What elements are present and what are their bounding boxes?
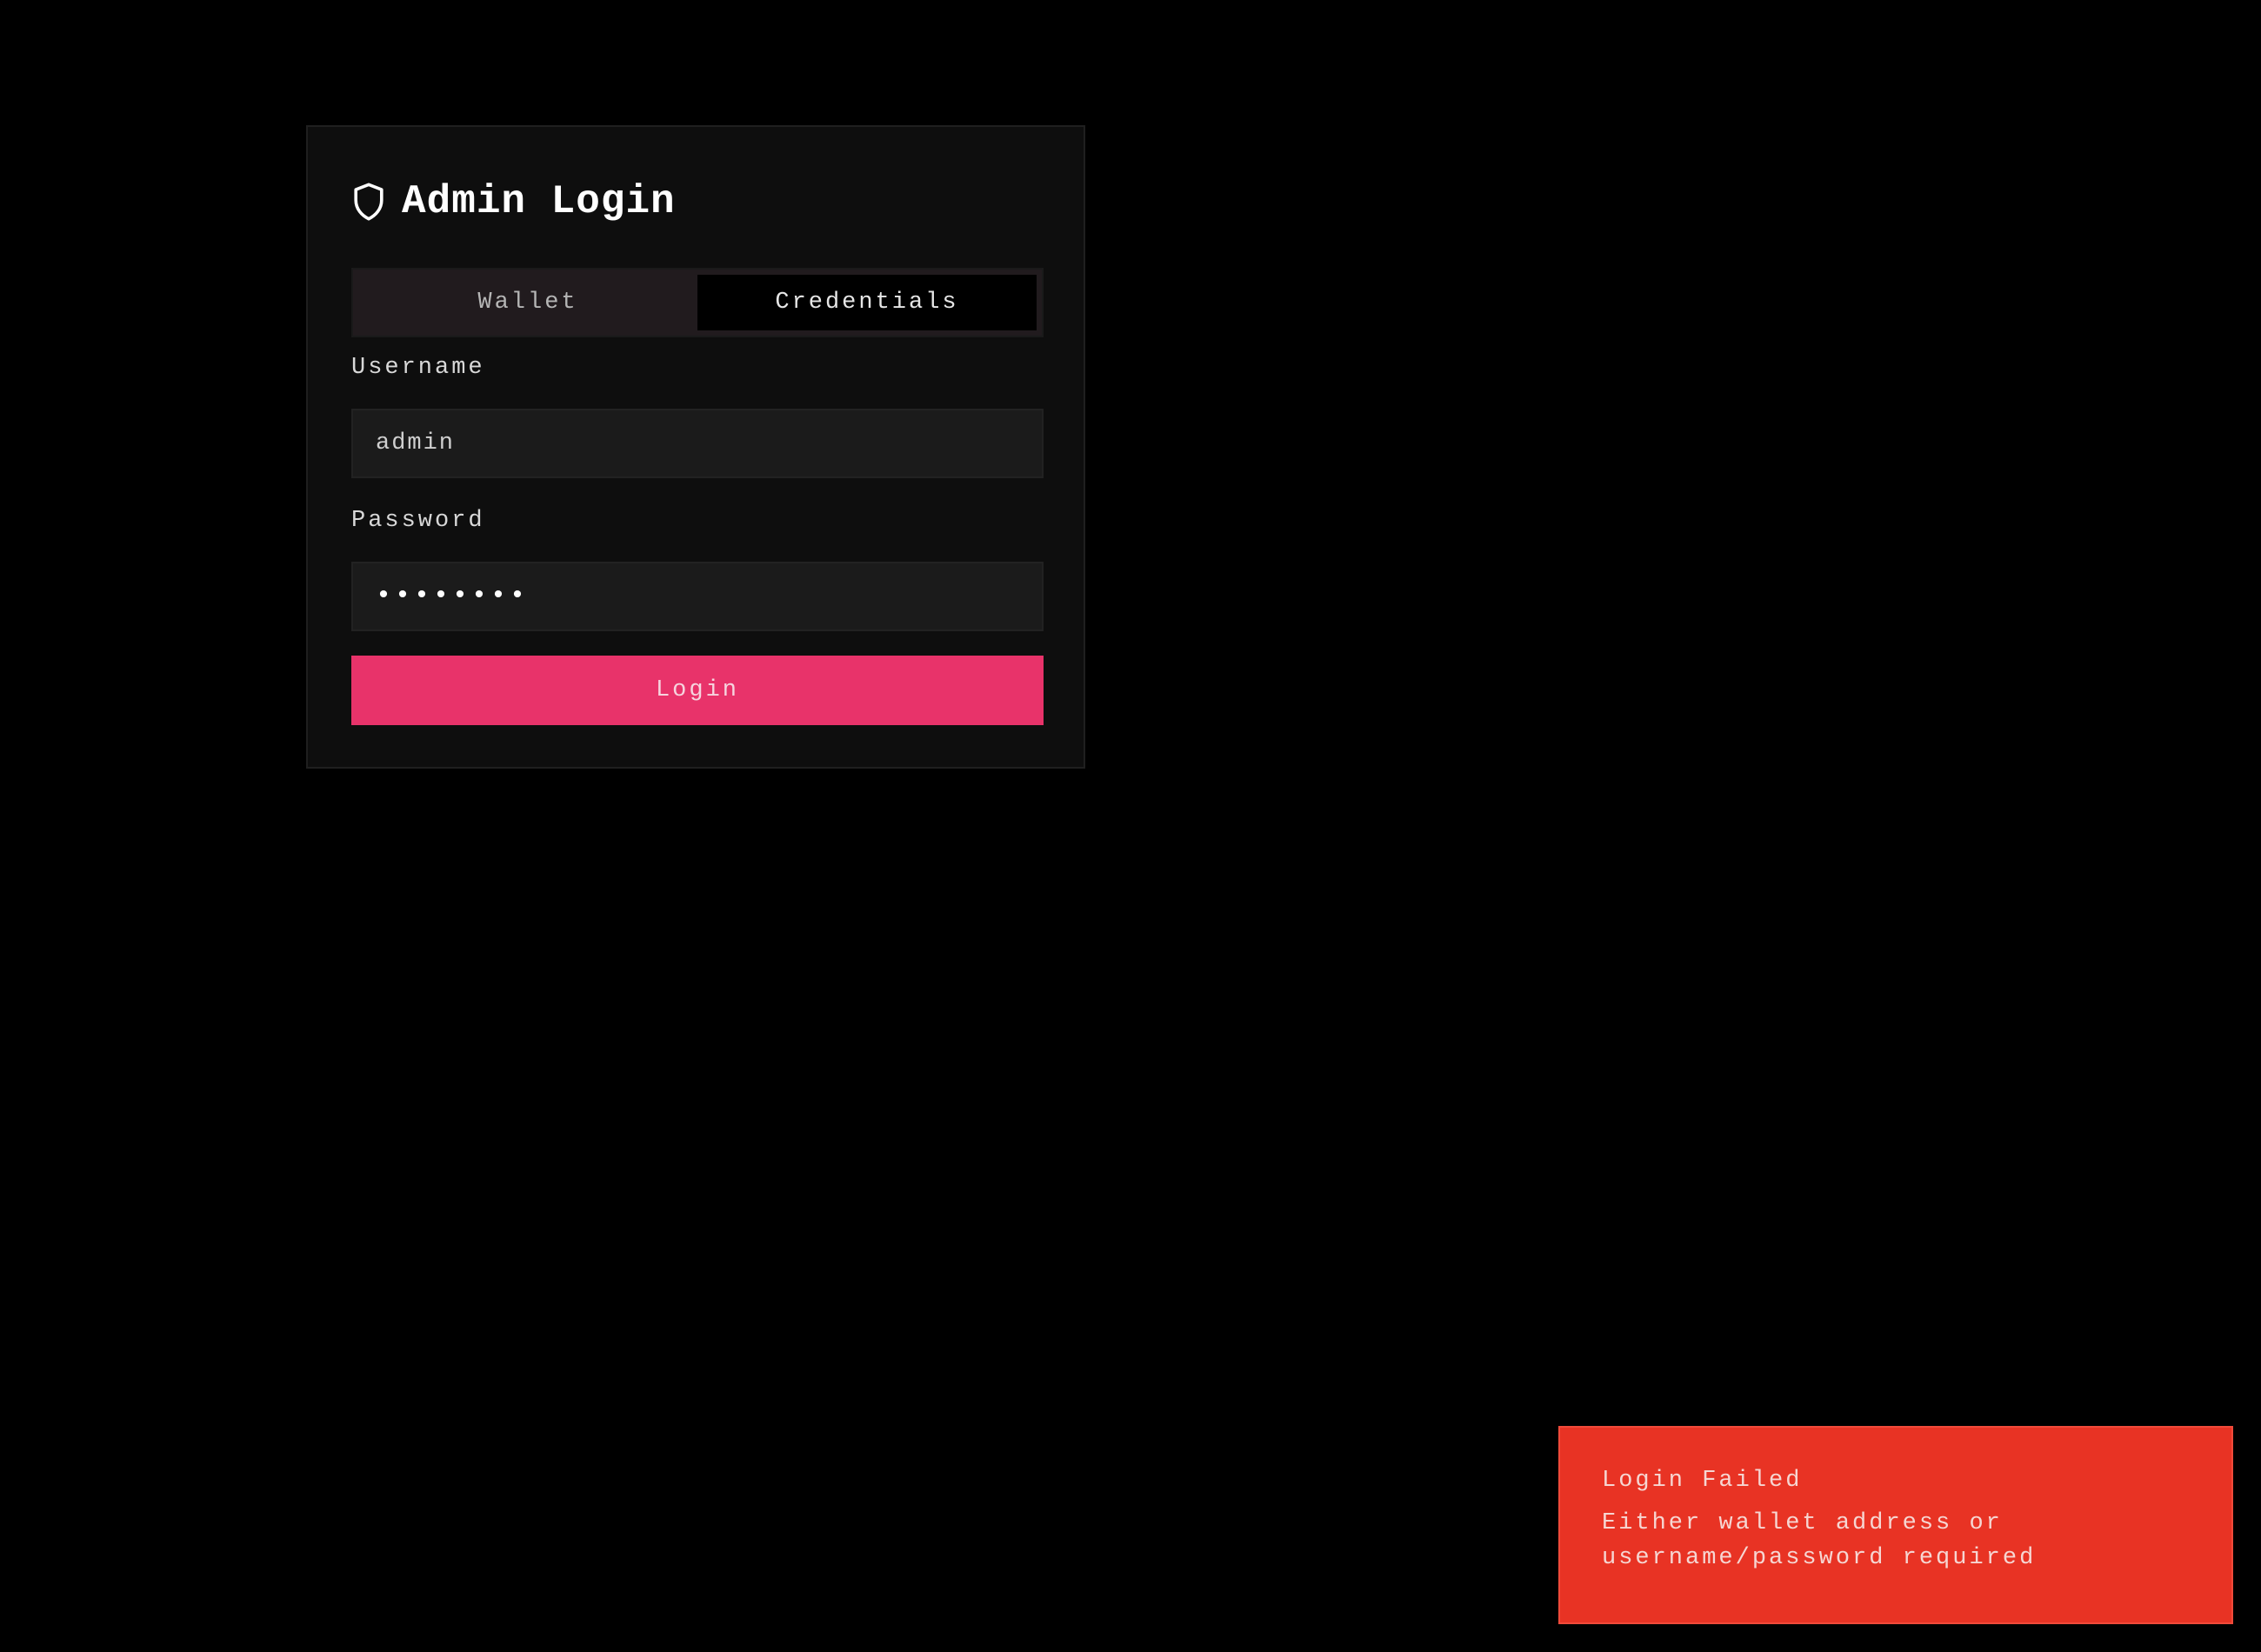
card-header: Admin Login [351,176,676,228]
password-input[interactable]: •••••••• [351,562,1044,631]
tab-credentials[interactable]: Credentials [697,275,1037,330]
error-toast[interactable]: Login Failed Either wallet address or us… [1558,1426,2233,1624]
shield-icon [351,182,386,222]
login-method-tabs: Wallet Credentials [351,268,1044,337]
login-button[interactable]: Login [351,656,1044,725]
tab-wallet[interactable]: Wallet [358,275,697,330]
toast-title: Login Failed [1602,1468,1803,1494]
page-title: Admin Login [402,179,676,224]
password-label: Password [351,508,485,534]
username-input[interactable]: admin [351,409,1044,478]
admin-login-card: Admin Login Wallet Credentials Username … [306,125,1085,769]
toast-message: Either wallet address or username/passwo… [1602,1510,2037,1571]
username-label: Username [351,355,485,381]
